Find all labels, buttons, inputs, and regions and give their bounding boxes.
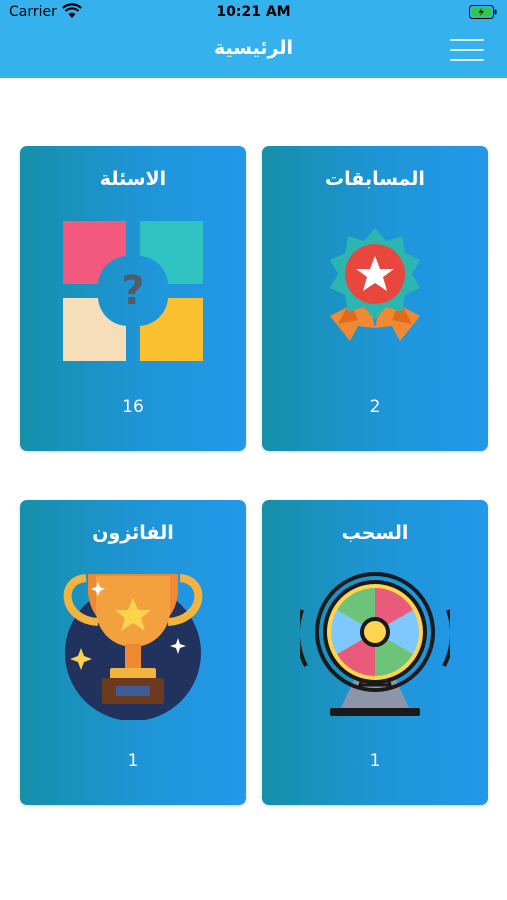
battery-icon xyxy=(469,5,497,19)
question-puzzle-icon: ? xyxy=(63,221,203,361)
card-winners[interactable]: الفائزون 1 xyxy=(20,500,246,805)
card-title: المسابقات xyxy=(325,168,425,190)
card-title: الفائزون xyxy=(92,522,174,544)
page-title: الرئيسية xyxy=(214,37,293,59)
card-title: السحب xyxy=(341,522,409,544)
card-title: الاسئلة xyxy=(99,168,167,190)
card-count: 1 xyxy=(127,751,139,771)
card-questions[interactable]: الاسئلة ? 16 xyxy=(20,146,246,451)
hamburger-icon[interactable] xyxy=(450,39,484,65)
navigation-bar: الرئيسية xyxy=(0,26,507,78)
card-competitions[interactable]: المسابقات 2 xyxy=(262,146,488,451)
trophy-icon xyxy=(63,574,203,720)
status-bar: Carrier 10:21 AM xyxy=(0,0,507,26)
clock: 10:21 AM xyxy=(216,4,291,20)
card-count: 2 xyxy=(369,397,381,417)
card-count: 1 xyxy=(369,751,381,771)
lottery-wheel-icon xyxy=(300,572,450,716)
medal-icon xyxy=(330,228,420,341)
svg-text:?: ? xyxy=(121,268,144,314)
card-draw[interactable]: السحب 1 xyxy=(262,500,488,805)
card-count: 16 xyxy=(122,397,144,417)
